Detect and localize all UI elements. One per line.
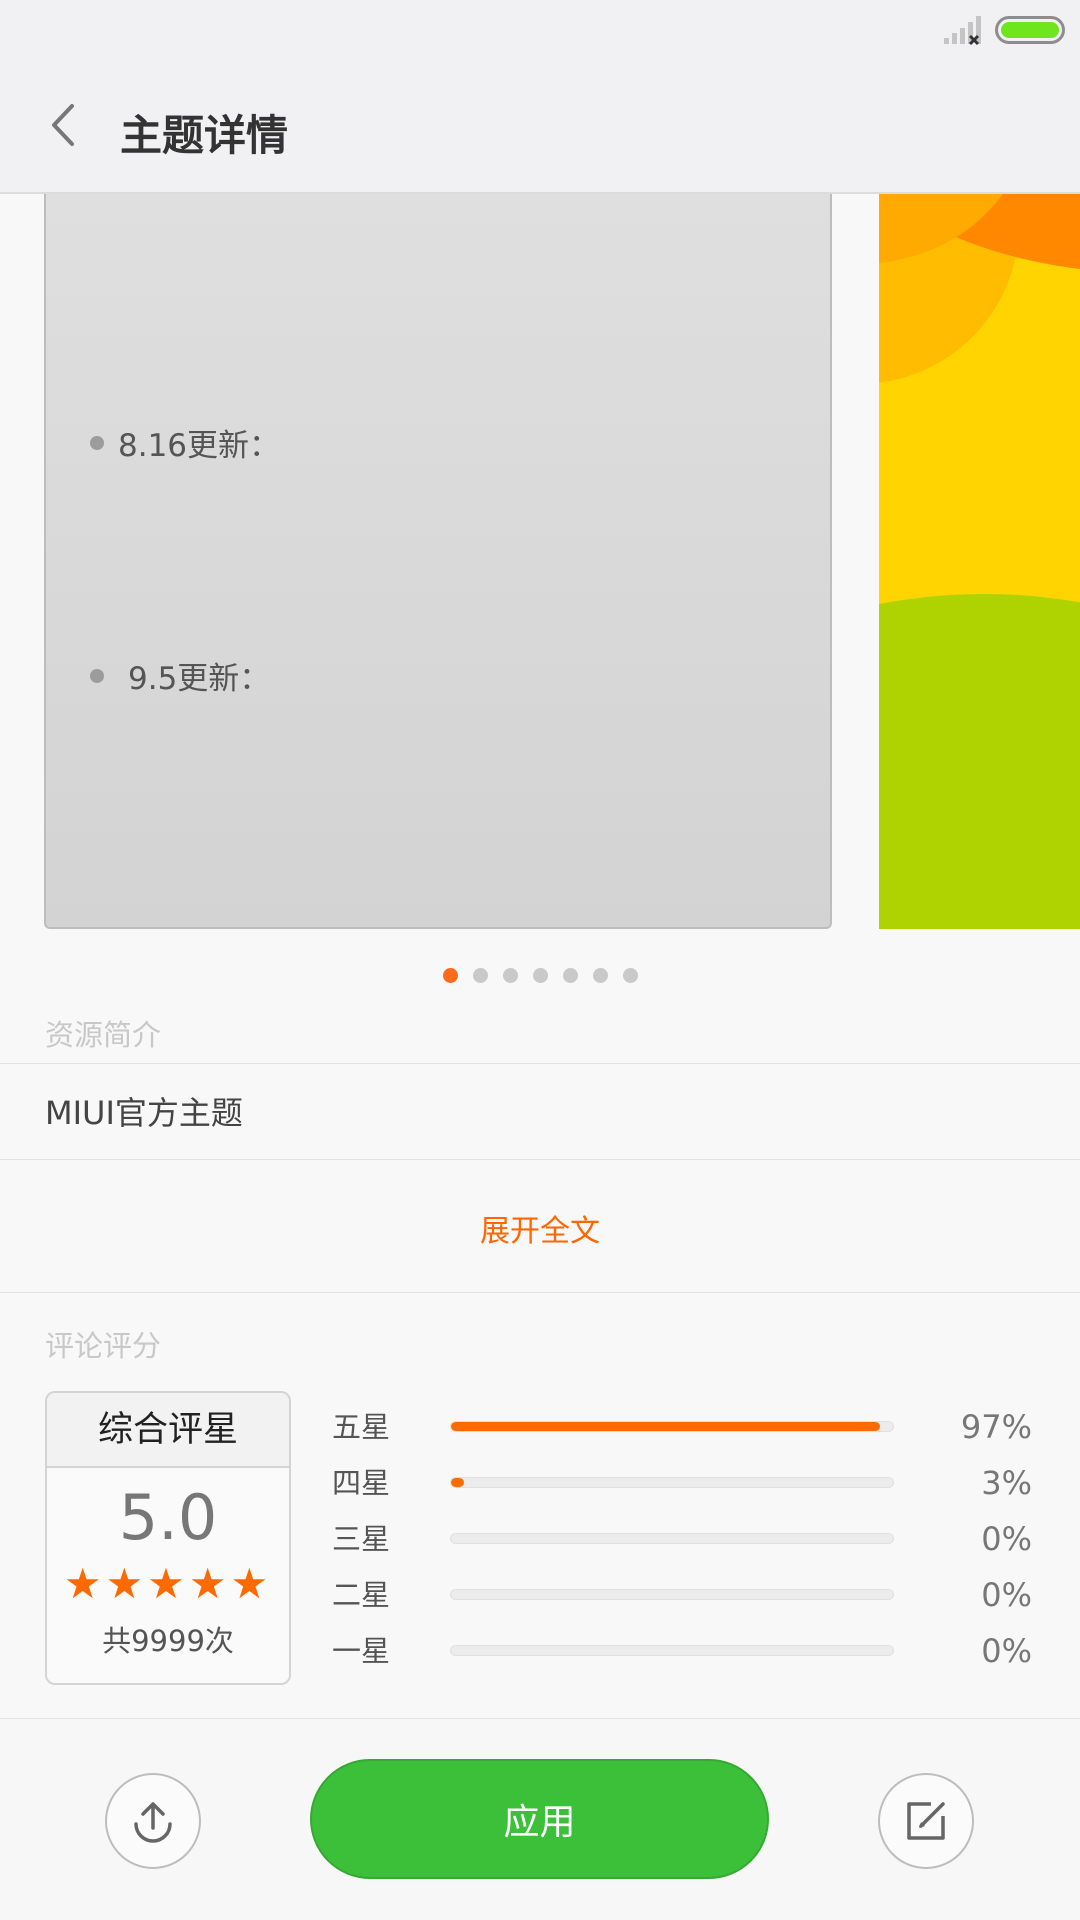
- section-label-description: 资源简介: [45, 1018, 162, 1052]
- expand-full-text-link[interactable]: 展开全文: [0, 1206, 1080, 1250]
- overall-score: 5.0: [118, 1481, 218, 1554]
- rating-row-4: 四星 3%: [332, 1463, 1032, 1503]
- update-label: 8.16更新：: [118, 428, 281, 464]
- update-label: 9.5更新：: [128, 661, 271, 697]
- rating-row-5: 五星 97%: [332, 1407, 1032, 1447]
- rating-percent: 3%: [981, 1464, 1032, 1502]
- update-bullet: 8.16更新：: [90, 420, 280, 465]
- rating-label: 五星: [332, 1410, 391, 1444]
- share-button[interactable]: [105, 1773, 201, 1869]
- back-arrow-icon[interactable]: [38, 98, 92, 152]
- pager-dot[interactable]: [472, 968, 488, 983]
- pager-dot[interactable]: [562, 968, 578, 983]
- rating-percent: 0%: [981, 1632, 1032, 1670]
- description-text: MIUI官方主题: [45, 1094, 243, 1132]
- rating-bar-track: [450, 1421, 894, 1432]
- pager-dot[interactable]: [502, 968, 518, 983]
- rating-label: 一星: [332, 1634, 391, 1668]
- rating-percent: 97%: [960, 1408, 1032, 1446]
- signal-icon: [944, 16, 981, 46]
- rating-row-2: 二星 0%: [332, 1575, 1032, 1615]
- pager-dot[interactable]: [442, 968, 458, 983]
- battery-icon: [995, 16, 1065, 44]
- section-label-ratings: 评论评分: [45, 1329, 162, 1363]
- rating-bar-track: [450, 1477, 894, 1488]
- bullet-dot-icon: [90, 435, 104, 450]
- star-rating-icon: ★★★★★: [63, 1559, 273, 1608]
- divider: [0, 1159, 1080, 1160]
- rating-percent: 0%: [981, 1576, 1032, 1614]
- share-upload-icon: [134, 1802, 172, 1843]
- rating-row-1: 一星 0%: [332, 1631, 1032, 1671]
- pager-dot[interactable]: [532, 968, 548, 983]
- update-bullet: 9.5更新：: [90, 653, 270, 698]
- rating-bar-track: [450, 1645, 894, 1656]
- rating-row-3: 三星 0%: [332, 1519, 1032, 1559]
- theme-preview-screenshot[interactable]: 8.16更新： 9.5更新：: [44, 194, 832, 929]
- page-title: 主题详情: [120, 111, 289, 160]
- bottom-action-bar: 应用: [0, 1718, 1080, 1920]
- rating-bar-fill: [451, 1478, 465, 1487]
- rating-count: 共9999次: [102, 1624, 234, 1658]
- app-header: 主题详情: [0, 60, 1080, 194]
- overall-rating-card: 综合评星 5.0 ★★★★★ 共9999次: [45, 1391, 291, 1685]
- preview-pager: [0, 968, 1080, 983]
- apply-button[interactable]: 应用: [310, 1759, 769, 1879]
- rating-bar-track: [450, 1533, 894, 1544]
- status-bar: [0, 0, 1080, 60]
- rating-bar-track: [450, 1589, 894, 1600]
- rating-label: 四星: [332, 1466, 391, 1500]
- write-review-button[interactable]: [878, 1773, 974, 1869]
- overall-rating-title: 综合评星: [47, 1393, 289, 1468]
- theme-preview-screenshot-next[interactable]: [879, 194, 1080, 929]
- pager-dot[interactable]: [622, 968, 638, 983]
- divider: [0, 1292, 1080, 1293]
- divider: [0, 1063, 1080, 1064]
- bullet-dot-icon: [90, 668, 104, 683]
- rating-label: 二星: [332, 1578, 391, 1612]
- rating-bar-fill: [451, 1422, 880, 1431]
- pager-dot[interactable]: [592, 968, 608, 983]
- rating-percent: 0%: [981, 1520, 1032, 1558]
- edit-comment-icon: [907, 1802, 945, 1840]
- wallpaper-art: [879, 194, 1080, 929]
- rating-label: 三星: [332, 1522, 391, 1556]
